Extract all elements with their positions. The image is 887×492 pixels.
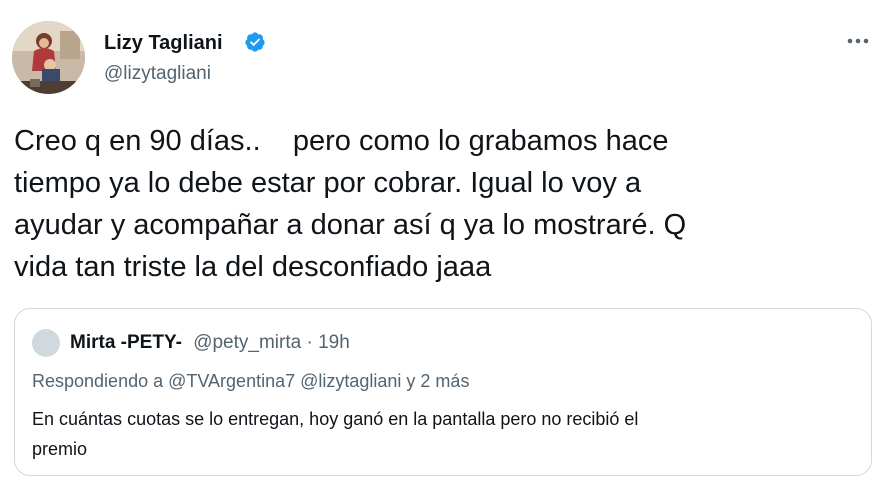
quoted-author-name[interactable]: Mirta -PETY-	[70, 332, 182, 353]
tweet: Lizy Tagliani @lizytagliani Creo q en 90…	[0, 0, 887, 492]
quoted-author-avatar[interactable]	[32, 329, 60, 357]
tweet-text-line: tiempo ya lo debe estar por cobrar. Igua…	[14, 167, 642, 199]
tweet-text-line: ayudar y acompañar a donar así q ya lo m…	[14, 209, 687, 241]
quoted-tweet[interactable]: Mirta -PETY- @pety_mirta · 19h Respondie…	[14, 308, 872, 476]
tweet-text-line: vida tan triste la del desconfiado jaaa	[14, 251, 492, 283]
profile-photo-icon	[12, 21, 85, 94]
quoted-text-line: En cuántas cuotas se lo entregan, hoy ga…	[32, 409, 639, 429]
replying-to-text: Respondiendo a @TVArgentina7 @lizytaglia…	[32, 371, 470, 391]
tweet-text: Creo q en 90 días.. pero como lo grabamo…	[14, 120, 874, 288]
quoted-text-line: premio	[32, 439, 88, 459]
quoted-timestamp[interactable]: 19h	[318, 332, 350, 353]
verified-badge-icon	[245, 32, 265, 52]
author-avatar[interactable]	[12, 21, 85, 94]
tweet-text-line: Creo q en 90 días.. pero como lo grabamo…	[14, 125, 669, 157]
quoted-tweet-text: En cuántas cuotas se lo entregan, hoy ga…	[32, 404, 852, 464]
quoted-author-handle[interactable]: @pety_mirta	[193, 332, 301, 353]
more-options-icon	[847, 38, 869, 44]
author-handle[interactable]: @lizytagliani	[104, 62, 211, 86]
author-name[interactable]: Lizy Tagliani	[104, 31, 223, 55]
quoted-tweet-header: Mirta -PETY- @pety_mirta · 19h	[70, 331, 350, 355]
more-options-button[interactable]	[842, 28, 874, 54]
meta-separator: ·	[301, 332, 319, 353]
